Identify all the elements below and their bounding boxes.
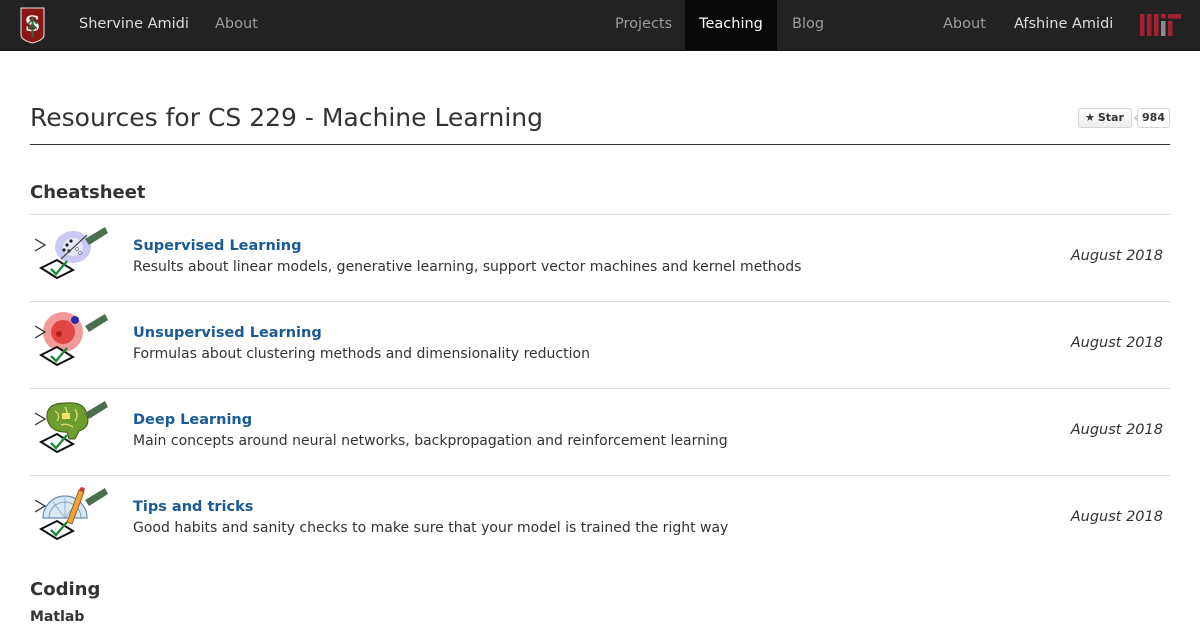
cheatsheet-row: Deep Learning Main concepts around neura… (30, 388, 1170, 475)
nav-about-left[interactable]: About (215, 0, 258, 50)
cheatsheet-date: August 2018 (1070, 509, 1163, 525)
cheatsheet-row: Tips and tricks Good habits and sanity c… (30, 475, 1170, 562)
coding-heading: Coding (30, 579, 101, 600)
nav-teaching[interactable]: Teaching (685, 0, 777, 50)
cheatsheet-description: Results about linear models, generative … (133, 259, 802, 275)
cheatsheet-title-link[interactable]: Supervised Learning (133, 238, 301, 254)
page-title: Resources for CS 229 - Machine Learning (30, 103, 543, 132)
stanford-logo-icon[interactable]: S (20, 7, 45, 44)
supervised-learning-icon[interactable] (35, 225, 108, 293)
cheatsheet-row: Unsupervised Learning Formulas about clu… (30, 301, 1170, 388)
mit-logo-icon[interactable] (1140, 14, 1181, 36)
unsupervised-learning-icon[interactable] (35, 312, 108, 380)
cheatsheet-title-link[interactable]: Deep Learning (133, 412, 252, 428)
github-star-count[interactable]: 984 (1133, 108, 1170, 128)
cheatsheet-description: Formulas about clustering methods and di… (133, 346, 590, 362)
deep-learning-icon[interactable] (35, 399, 108, 467)
tips-and-tricks-icon[interactable] (35, 486, 108, 554)
cheatsheet-date: August 2018 (1070, 422, 1163, 438)
cheatsheet-description: Good habits and sanity checks to make su… (133, 520, 729, 536)
cheatsheet-heading: Cheatsheet (30, 182, 146, 203)
nav-brand-shervine[interactable]: Shervine Amidi (79, 0, 189, 50)
star-icon: ★ (1085, 111, 1095, 124)
cheatsheet-description: Main concepts around neural networks, ba… (133, 433, 728, 449)
cheatsheet-row: Supervised Learning Results about linear… (30, 214, 1170, 301)
nav-brand-afshine[interactable]: Afshine Amidi (1014, 0, 1113, 50)
cheatsheet-date: August 2018 (1070, 248, 1163, 264)
star-label: Star (1097, 111, 1124, 124)
cheatsheet-date: August 2018 (1070, 335, 1163, 351)
nav-about-right[interactable]: About (943, 0, 986, 50)
github-star-button[interactable]: ★ Star (1078, 108, 1132, 128)
nav-blog[interactable]: Blog (792, 0, 824, 50)
nav-projects[interactable]: Projects (615, 0, 672, 50)
top-navbar: S Shervine Amidi About Projects Teaching… (0, 0, 1200, 51)
cheatsheet-title-link[interactable]: Tips and tricks (133, 499, 253, 515)
matlab-subheading: Matlab (30, 609, 85, 625)
cheatsheet-title-link[interactable]: Unsupervised Learning (133, 325, 322, 341)
title-divider (30, 144, 1170, 145)
